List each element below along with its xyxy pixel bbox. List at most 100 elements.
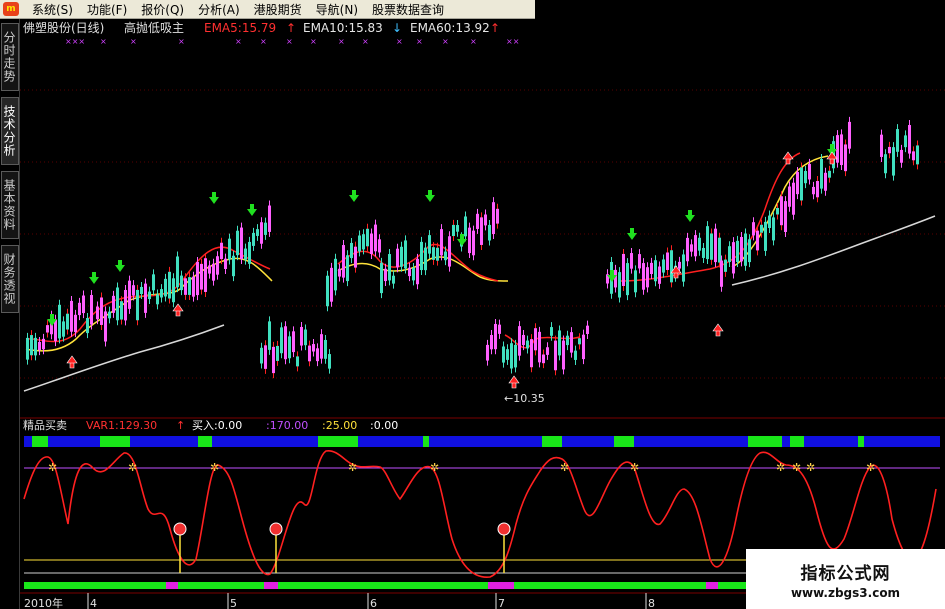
candle-body — [768, 215, 771, 228]
svg-text:××: ×× — [506, 37, 519, 46]
candle-body — [164, 278, 167, 297]
candle-body — [192, 276, 195, 297]
candle-body — [496, 208, 499, 224]
candle-body — [272, 346, 275, 374]
candle-body — [304, 329, 307, 346]
candle-body — [732, 242, 735, 274]
svg-text:×: × — [178, 37, 185, 46]
candle-body — [316, 348, 319, 362]
ema60-up-arrow-icon: ↑ — [490, 21, 500, 35]
candle-body — [904, 135, 907, 148]
candle-body — [764, 221, 767, 251]
candle-body — [748, 239, 751, 263]
candle-body — [256, 229, 259, 236]
candle-body — [646, 267, 649, 288]
candle-body — [108, 311, 111, 319]
candle-body — [366, 228, 369, 247]
sell-arrow-down-icon — [685, 210, 695, 222]
sell-arrow-down-icon — [627, 228, 637, 240]
candle-body — [444, 251, 447, 261]
app-logo-icon[interactable]: m — [3, 2, 19, 16]
candle-body — [670, 250, 673, 283]
buy-arrow-up-icon — [172, 303, 184, 317]
candle-body — [292, 331, 295, 353]
tab-intraday[interactable]: 分时走势 — [1, 23, 19, 91]
signal-marks: ××× × × × × × × × × × × × × × ×× — [65, 37, 519, 46]
candle-body — [260, 222, 263, 244]
candle-body — [502, 346, 505, 363]
candle-body — [678, 261, 681, 269]
candle-body — [694, 235, 697, 257]
low-price-annotation: ←10.35 — [504, 392, 545, 405]
candle-body — [396, 248, 399, 268]
candle-body — [346, 255, 349, 282]
tab-financials[interactable]: 财务透视 — [1, 245, 19, 313]
candle-body — [788, 186, 791, 207]
month-label-jul: 7 — [498, 597, 505, 609]
candle-body — [488, 224, 491, 241]
candle-body — [514, 344, 517, 368]
candle-body — [412, 267, 415, 281]
candle-body — [264, 345, 267, 369]
candle-body — [686, 237, 689, 262]
candle-body — [718, 237, 721, 263]
month-label-apr: 4 — [90, 597, 97, 609]
candle-body — [358, 235, 361, 252]
svg-text:×: × — [362, 37, 369, 46]
svg-text:×××: ××× — [65, 37, 85, 46]
sell-arrow-down-icon — [209, 192, 219, 204]
candle-body — [296, 356, 299, 367]
sell-arrow-down-icon — [89, 272, 99, 284]
var1-up-arrow-icon: ↑ — [176, 419, 185, 432]
stock-chart[interactable]: 佛塑股份(日线) 高抛低吸主 EMA5:15.79 ↑ EMA10:15.83 … — [20, 19, 945, 609]
menu-navigation[interactable]: 导航(N) — [309, 1, 365, 18]
candle-body — [212, 263, 215, 281]
candle-body — [662, 259, 665, 273]
candle-body — [42, 338, 45, 350]
candle-body — [440, 229, 443, 256]
candle-body — [342, 245, 345, 278]
tab-technical-analysis[interactable]: 技术分析 — [1, 97, 19, 165]
candle-body — [312, 344, 315, 352]
candle-body — [232, 255, 235, 277]
candle-body — [276, 345, 279, 361]
candle-body — [480, 217, 483, 245]
candle-body — [816, 181, 819, 198]
menu-bar: m 系统(S) 功能(F) 报价(Q) 分析(A) 港股期货 导航(N) 股票数… — [0, 0, 535, 19]
candle-body — [436, 247, 439, 261]
candle-body — [350, 242, 353, 259]
watermark-title: 指标公式网 — [800, 563, 891, 584]
month-label-aug: 8 — [648, 597, 655, 609]
candle-body — [776, 207, 779, 215]
candle-body — [586, 325, 589, 334]
candle-body — [224, 258, 227, 269]
menu-stock-data-query[interactable]: 股票数据查询 — [365, 1, 451, 18]
candle-body — [542, 354, 545, 364]
candle-body — [582, 334, 585, 360]
candle-body — [760, 224, 763, 233]
candle-body — [384, 268, 387, 282]
candle-body — [574, 350, 577, 360]
candle-body — [244, 248, 247, 260]
candle-body — [288, 336, 291, 359]
ema10-line — [25, 257, 273, 352]
menu-system[interactable]: 系统(S) — [25, 1, 80, 18]
svg-text:✲: ✲ — [348, 461, 357, 474]
candle-body — [408, 267, 411, 277]
candle-body — [70, 300, 73, 332]
sell-arrow-down-icon — [115, 260, 125, 272]
month-ticks — [87, 593, 647, 609]
candle-body — [144, 283, 147, 313]
menu-quote[interactable]: 报价(Q) — [134, 1, 191, 18]
candle-body — [200, 263, 203, 290]
candle-body — [578, 338, 581, 345]
menu-analysis[interactable]: 分析(A) — [191, 1, 247, 18]
candle-body — [506, 349, 509, 360]
candle-body — [86, 317, 89, 334]
candle-body — [740, 236, 743, 262]
svg-text:×: × — [442, 37, 449, 46]
tab-fundamentals[interactable]: 基本资料 — [1, 171, 19, 239]
menu-function[interactable]: 功能(F) — [80, 1, 134, 18]
candle-body — [654, 260, 657, 282]
menu-hk-futures[interactable]: 港股期货 — [247, 1, 309, 18]
